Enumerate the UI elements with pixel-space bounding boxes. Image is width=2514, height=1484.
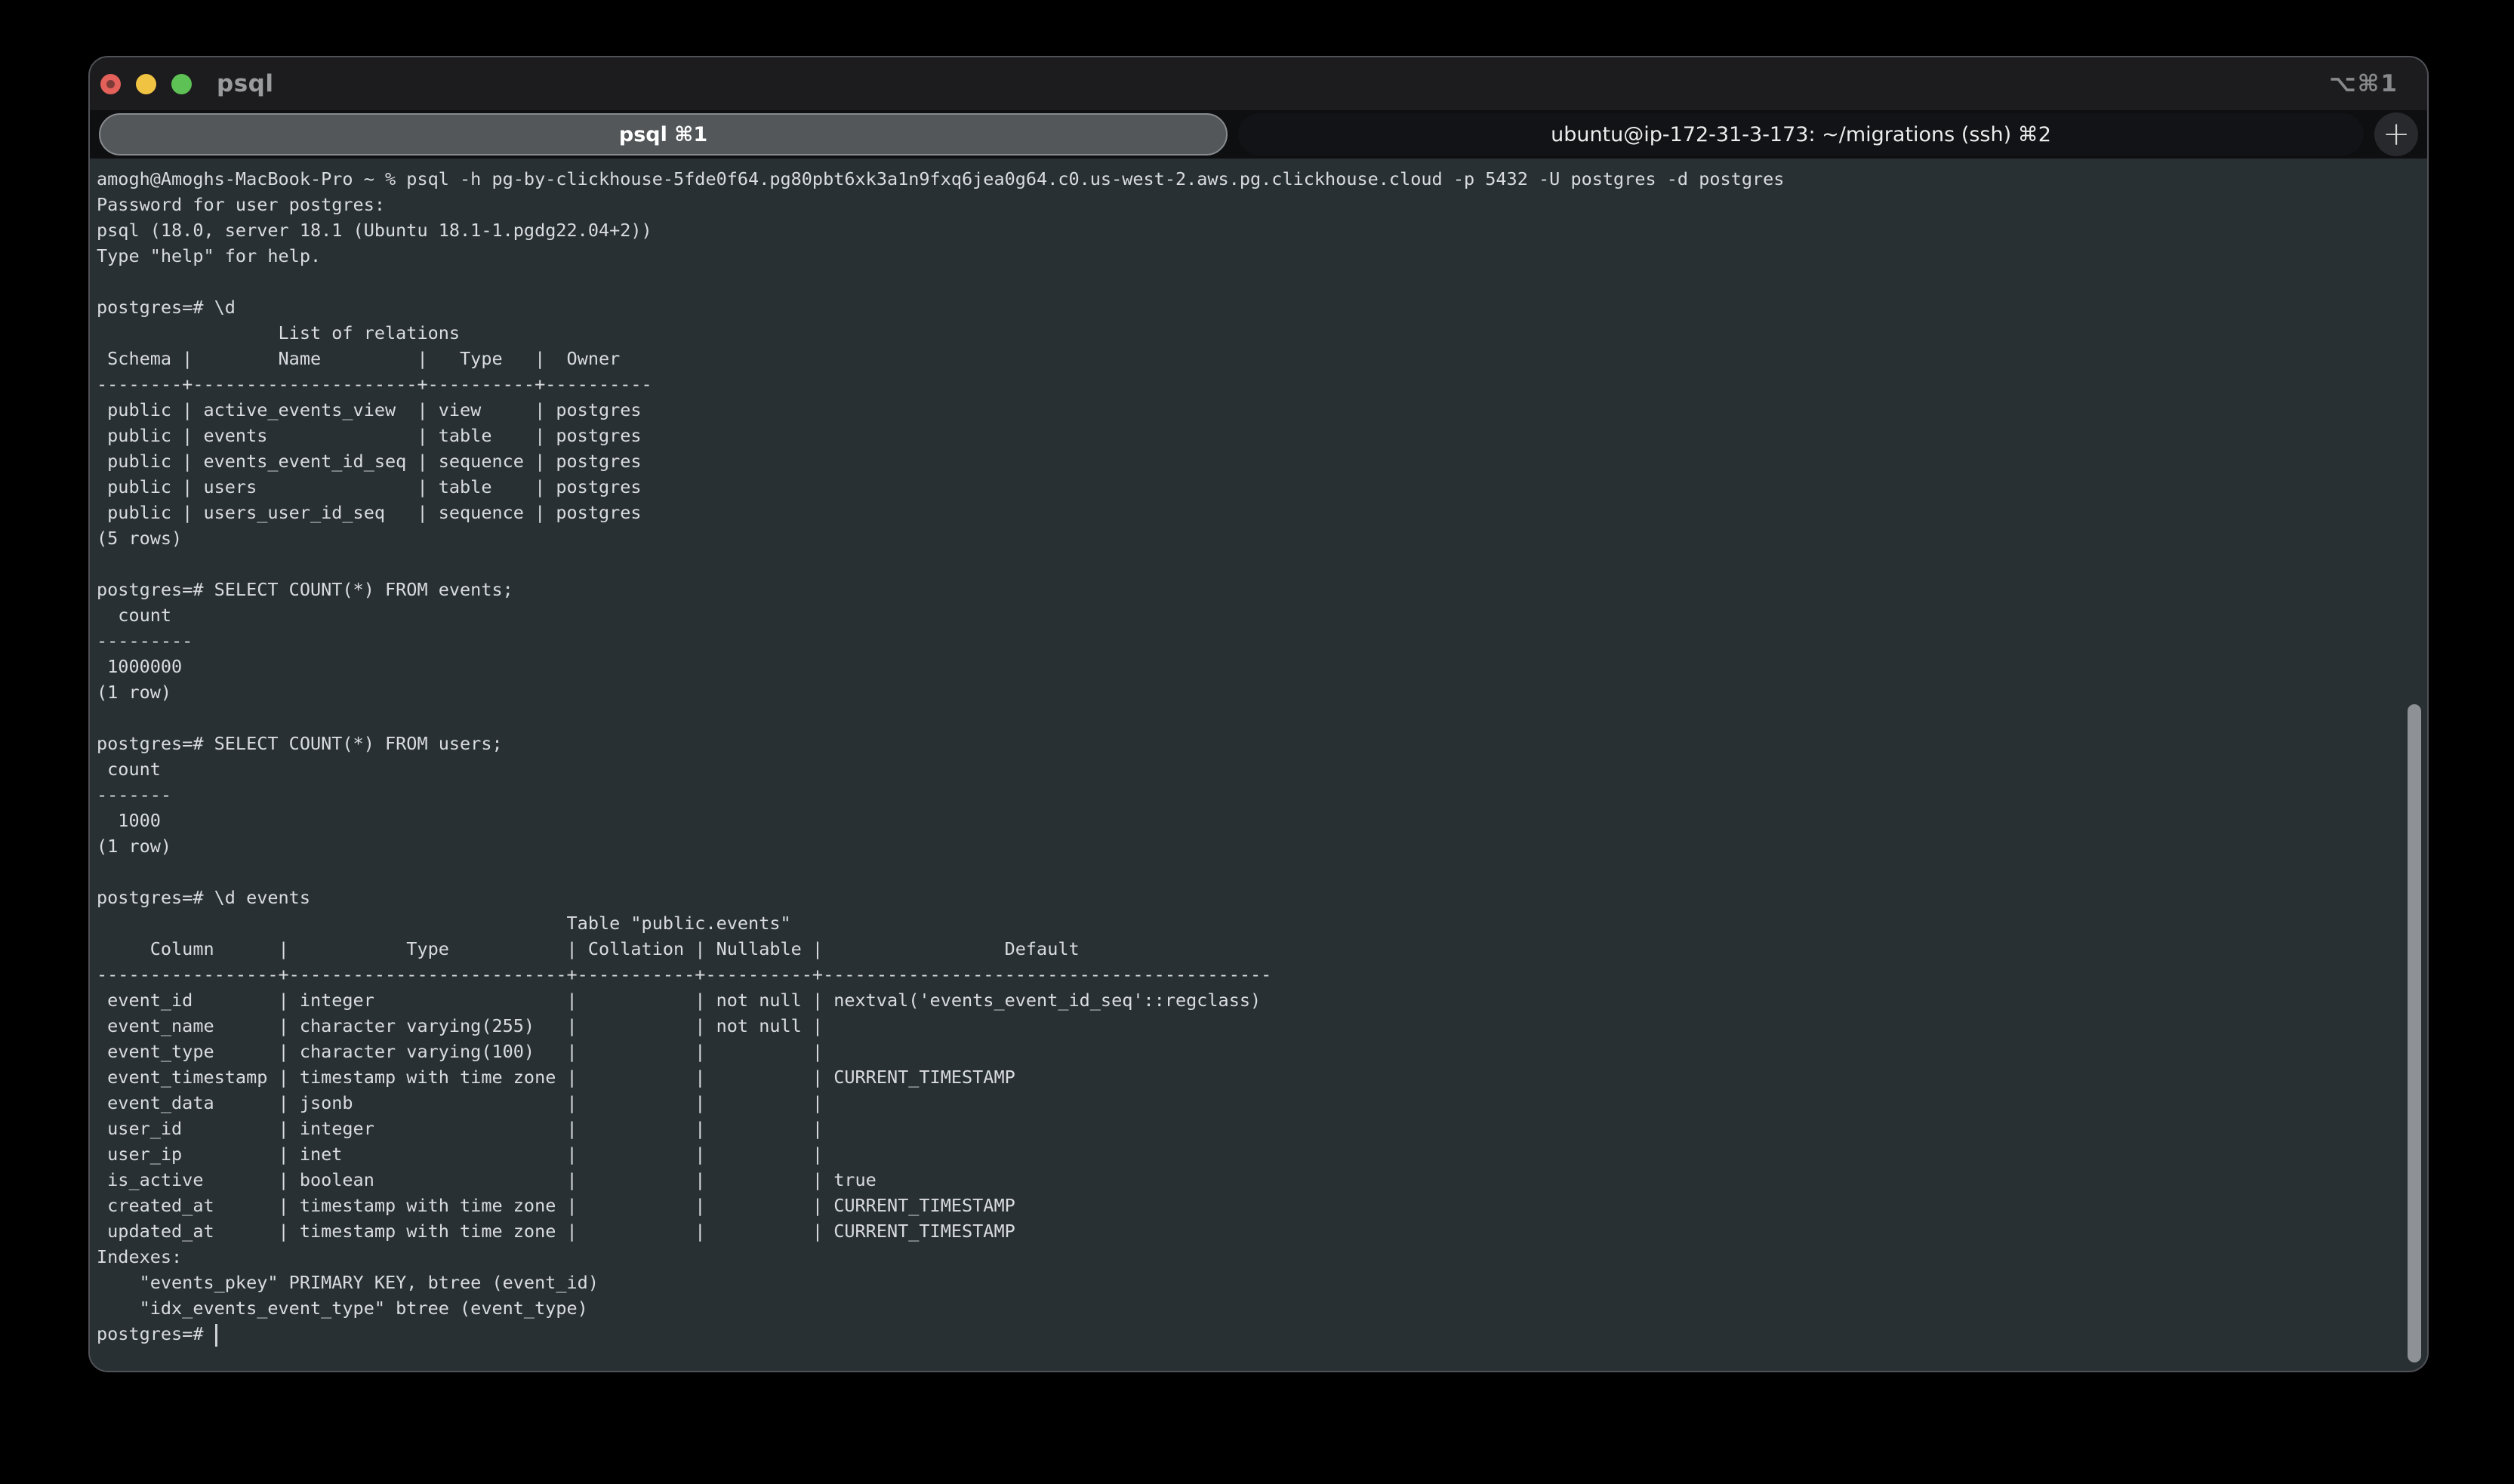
zoom-button[interactable] — [171, 74, 192, 94]
tab-psql[interactable]: psql ⌘1 — [99, 113, 1228, 155]
terminal-content[interactable]: amogh@Amoghs-MacBook-Pro ~ % psql -h pg-… — [90, 159, 2427, 1371]
terminal-window: psql ⌥⌘1 psql ⌘1 ubuntu@ip-172-31-3-173:… — [88, 56, 2429, 1372]
terminal-prompt: postgres=# — [97, 1323, 214, 1344]
tab-psql-label: psql ⌘1 — [619, 123, 707, 146]
traffic-lights — [100, 74, 192, 94]
scrollbar-thumb[interactable] — [2408, 704, 2421, 1362]
new-tab-button[interactable]: + — [2374, 112, 2418, 156]
tab-bar: psql ⌘1 ubuntu@ip-172-31-3-173: ~/migrat… — [90, 110, 2427, 159]
plus-icon: + — [2383, 118, 2411, 151]
tab-ssh-migrations[interactable]: ubuntu@ip-172-31-3-173: ~/migrations (ss… — [1238, 113, 2364, 155]
terminal-prompt-line: postgres=# — [97, 1321, 2427, 1347]
text-cursor — [215, 1324, 217, 1347]
window-title: psql — [217, 70, 273, 97]
title-bar[interactable]: psql ⌥⌘1 — [90, 57, 2427, 110]
tab-ssh-migrations-label: ubuntu@ip-172-31-3-173: ~/migrations (ss… — [1551, 123, 2051, 146]
close-button[interactable] — [100, 74, 121, 94]
window-shortcut-hint: ⌥⌘1 — [2329, 70, 2398, 97]
minimize-button[interactable] — [136, 74, 156, 94]
terminal-output: amogh@Amoghs-MacBook-Pro ~ % psql -h pg-… — [97, 166, 2427, 1321]
